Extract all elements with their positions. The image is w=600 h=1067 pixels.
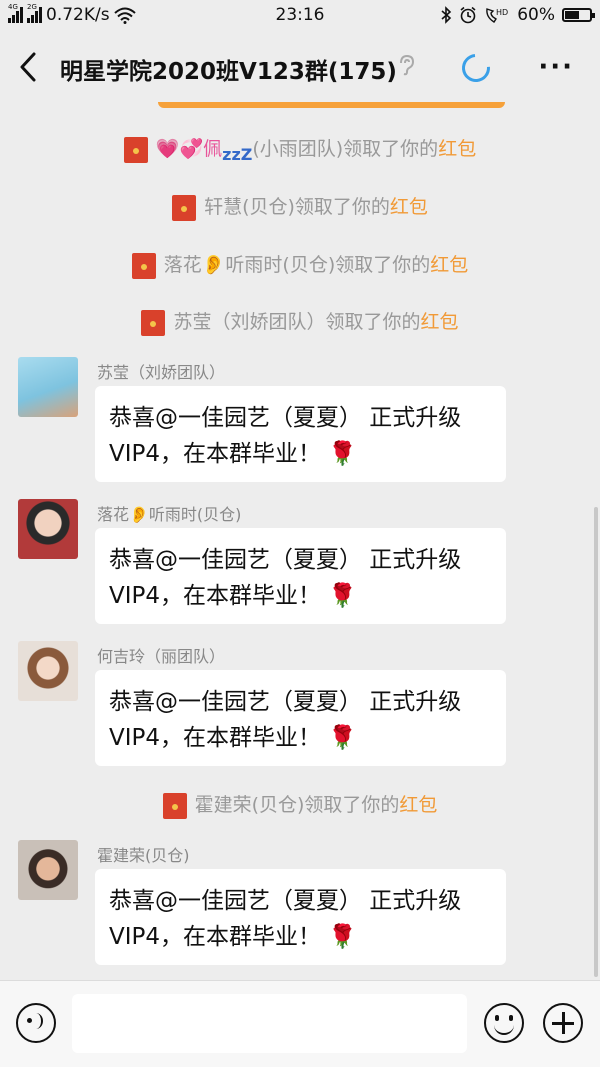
system-message: 轩慧(贝仓)领取了你的红包: [0, 192, 600, 221]
sender-name: 苏莹（刘娇团队）: [97, 363, 226, 382]
battery-fill: [565, 11, 580, 19]
system-message: 霍建荣(贝仓)领取了你的红包: [0, 790, 600, 819]
battery-percent: 60%: [517, 5, 555, 25]
ear-icon: [398, 54, 416, 81]
sender-name: 落花👂听雨时(贝仓): [97, 505, 242, 524]
rose-icon: 🌹: [328, 441, 357, 467]
red-packet-link[interactable]: 红包: [438, 138, 476, 160]
loading-spinner-icon: [456, 48, 496, 88]
more-options-icon[interactable]: ···: [538, 52, 574, 82]
red-envelope-icon: [172, 194, 197, 221]
message-line: 恭喜@一佳园艺（夏夏） 正式升级: [109, 888, 462, 914]
message-text: VIP4，在本群毕业！: [109, 441, 322, 467]
message-line-2: VIP4，在本群毕业！ 🌹: [109, 436, 492, 472]
red-packet-link[interactable]: 红包: [399, 794, 437, 816]
message-bubble[interactable]: 恭喜@一佳园艺（夏夏） 正式升级 VIP4，在本群毕业！ 🌹: [95, 528, 506, 624]
red-envelope-icon: [162, 792, 187, 819]
alarm-icon: [460, 6, 476, 24]
message-bubble[interactable]: 恭喜@一佳园艺（夏夏） 正式升级 VIP4，在本群毕业！ 🌹: [95, 386, 506, 482]
status-bar: 4G 2G 0.72K/s 23:16 HD 60%: [0, 0, 600, 32]
message-line-2: VIP4，在本群毕业！ 🌹: [109, 578, 492, 614]
red-envelope-icon: [131, 252, 156, 279]
svg-text:HD: HD: [496, 8, 508, 17]
avatar[interactable]: [18, 499, 78, 559]
message-text: VIP4，在本群毕业！: [109, 725, 322, 751]
system-text: (贝仓)领取了你的: [282, 254, 431, 276]
sender-name: 💗💞佩: [155, 138, 223, 160]
avatar[interactable]: [18, 357, 78, 417]
red-packet-link[interactable]: 红包: [421, 311, 459, 333]
rose-icon: 🌹: [328, 924, 357, 950]
back-arrow-icon[interactable]: [14, 50, 44, 84]
battery-icon: [562, 8, 595, 22]
red-envelope-icon: [141, 309, 166, 336]
system-message: 苏莹（刘娇团队）领取了你的红包: [0, 307, 600, 336]
status-right: HD 60%: [440, 5, 595, 25]
message-text: VIP4，在本群毕业！: [109, 583, 322, 609]
avatar[interactable]: [18, 840, 78, 900]
previous-message-edge: [158, 102, 505, 108]
sender-name: 落花👂听雨时: [163, 254, 283, 276]
rose-icon: 🌹: [328, 725, 357, 751]
message-input[interactable]: [72, 994, 467, 1053]
rose-icon: 🌹: [328, 583, 357, 609]
message-line: 恭喜@一佳园艺（夏夏） 正式升级: [109, 547, 462, 573]
message-line: 恭喜@一佳园艺（夏夏） 正式升级: [109, 689, 462, 715]
system-message: 落花👂听雨时(贝仓)领取了你的红包: [0, 250, 600, 279]
message-line: 恭喜@一佳园艺（夏夏） 正式升级: [109, 405, 462, 431]
red-packet-link[interactable]: 红包: [390, 196, 428, 218]
zzz-emoji: zzZ: [222, 144, 253, 164]
message-bubble[interactable]: 恭喜@一佳园艺（夏夏） 正式升级 VIP4，在本群毕业！ 🌹: [95, 869, 506, 965]
red-envelope-icon: [123, 136, 148, 163]
sender-name: 霍建荣(贝仓): [97, 846, 190, 865]
system-message: 💗💞佩zzZ(小雨团队)领取了你的红包: [0, 134, 600, 164]
sender-name: 何吉玲（丽团队）: [97, 647, 226, 666]
message-text: VIP4，在本群毕业！: [109, 924, 322, 950]
input-bar: [0, 980, 600, 1067]
system-text: 轩慧(贝仓)领取了你的: [204, 196, 390, 218]
avatar[interactable]: [18, 641, 78, 701]
red-packet-link[interactable]: 红包: [430, 254, 468, 276]
chat-area[interactable]: 💗💞佩zzZ(小雨团队)领取了你的红包 轩慧(贝仓)领取了你的红包 落花👂听雨时…: [0, 102, 600, 980]
message-bubble[interactable]: 恭喜@一佳园艺（夏夏） 正式升级 VIP4，在本群毕业！ 🌹: [95, 670, 506, 766]
voice-input-icon[interactable]: [16, 1003, 56, 1043]
message-line-2: VIP4，在本群毕业！ 🌹: [109, 720, 492, 756]
scrollbar[interactable]: [594, 507, 598, 977]
system-text: 霍建荣(贝仓)领取了你的: [194, 794, 400, 816]
system-text: (小雨团队)领取了你的: [252, 138, 439, 160]
chat-title: 明星学院2020班V123群(175): [60, 59, 397, 85]
chat-header: 明星学院2020班V123群(175) ···: [0, 32, 600, 102]
system-text: 苏莹（刘娇团队）领取了你的: [173, 311, 421, 333]
plus-icon[interactable]: [543, 1003, 583, 1043]
hd-call-icon: HD: [486, 8, 508, 23]
message-line-2: VIP4，在本群毕业！ 🌹: [109, 919, 492, 955]
emoji-icon[interactable]: [484, 1003, 524, 1043]
bluetooth-icon: [441, 6, 452, 24]
